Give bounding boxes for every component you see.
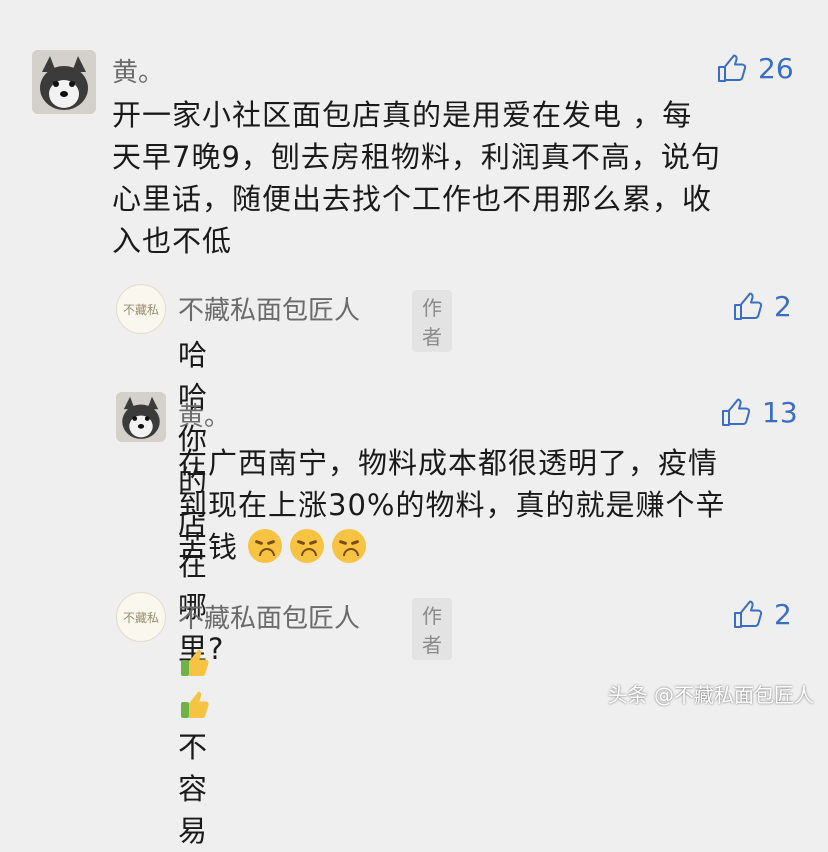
thumbs-up-emoji [181, 691, 209, 718]
comment-author[interactable]: 黄。 [112, 52, 164, 89]
thumbs-up-outline-icon [722, 398, 751, 426]
comment-text-line: 心里话，随便出去找个工作也不用那么累，收 [112, 182, 713, 216]
comment-text-fragment: 苦钱 [178, 530, 239, 564]
author-badge: 作者 [412, 290, 452, 352]
like-count: 2 [774, 290, 792, 323]
like-button[interactable]: 26 [716, 52, 794, 85]
watermark: 头条 @不藏私面包匠人 [607, 683, 814, 707]
comment-text: 开一家小社区面包店真的是用爱在发电 ，每 天早7晚9，刨去房租物料，利润真不高，… [112, 94, 802, 262]
avatar-logo-text: 不藏私 [122, 610, 159, 625]
author-avatar[interactable]: 不藏私 [116, 284, 166, 334]
author-avatar[interactable]: 不藏私 [116, 592, 166, 642]
like-button[interactable]: 13 [720, 396, 798, 429]
like-button[interactable]: 2 [732, 290, 792, 323]
comment-text-fragment: 不容易 [178, 730, 209, 848]
like-count: 13 [762, 396, 798, 429]
comment-author[interactable]: 不藏私面包匠人 [178, 290, 360, 327]
comment-text-line: 苦钱 [178, 526, 808, 568]
like-count: 26 [758, 52, 794, 85]
comment-author[interactable]: 黄。 [178, 396, 230, 433]
weary-face-emoji [332, 529, 367, 563]
weary-face-emoji [290, 529, 325, 563]
avatar[interactable] [32, 50, 96, 114]
avatar[interactable] [116, 392, 166, 442]
avatar-logo-text: 不藏私 [122, 302, 159, 317]
thumbs-up-outline-icon [734, 292, 763, 320]
comment-text: 在广西南宁，物料成本都很透明了，疫情 到现在上涨30%的物料，真的就是赚个辛 苦… [178, 442, 808, 568]
weary-face-emoji [248, 529, 283, 563]
author-badge: 作者 [412, 598, 452, 660]
comment-text-line: 入也不低 [112, 224, 233, 258]
thumbs-up-emoji [181, 649, 209, 676]
comment-text-line: 开一家小社区面包店真的是用爱在发电 ，每 [112, 98, 693, 132]
like-count: 2 [774, 598, 792, 631]
comment-text: 不容易 [178, 642, 216, 852]
comment-text-line: 在广西南宁，物料成本都很透明了，疫情 [178, 446, 719, 480]
thumbs-up-outline-icon [718, 54, 747, 82]
comment-author[interactable]: 不藏私面包匠人 [178, 598, 360, 635]
comment-text-line: 天早7晚9，刨去房租物料，利润真不高，说句 [112, 140, 721, 174]
like-button[interactable]: 2 [732, 598, 792, 631]
comment-text-line: 到现在上涨30%的物料，真的就是赚个辛 [178, 488, 726, 522]
thumbs-up-outline-icon [734, 600, 763, 628]
